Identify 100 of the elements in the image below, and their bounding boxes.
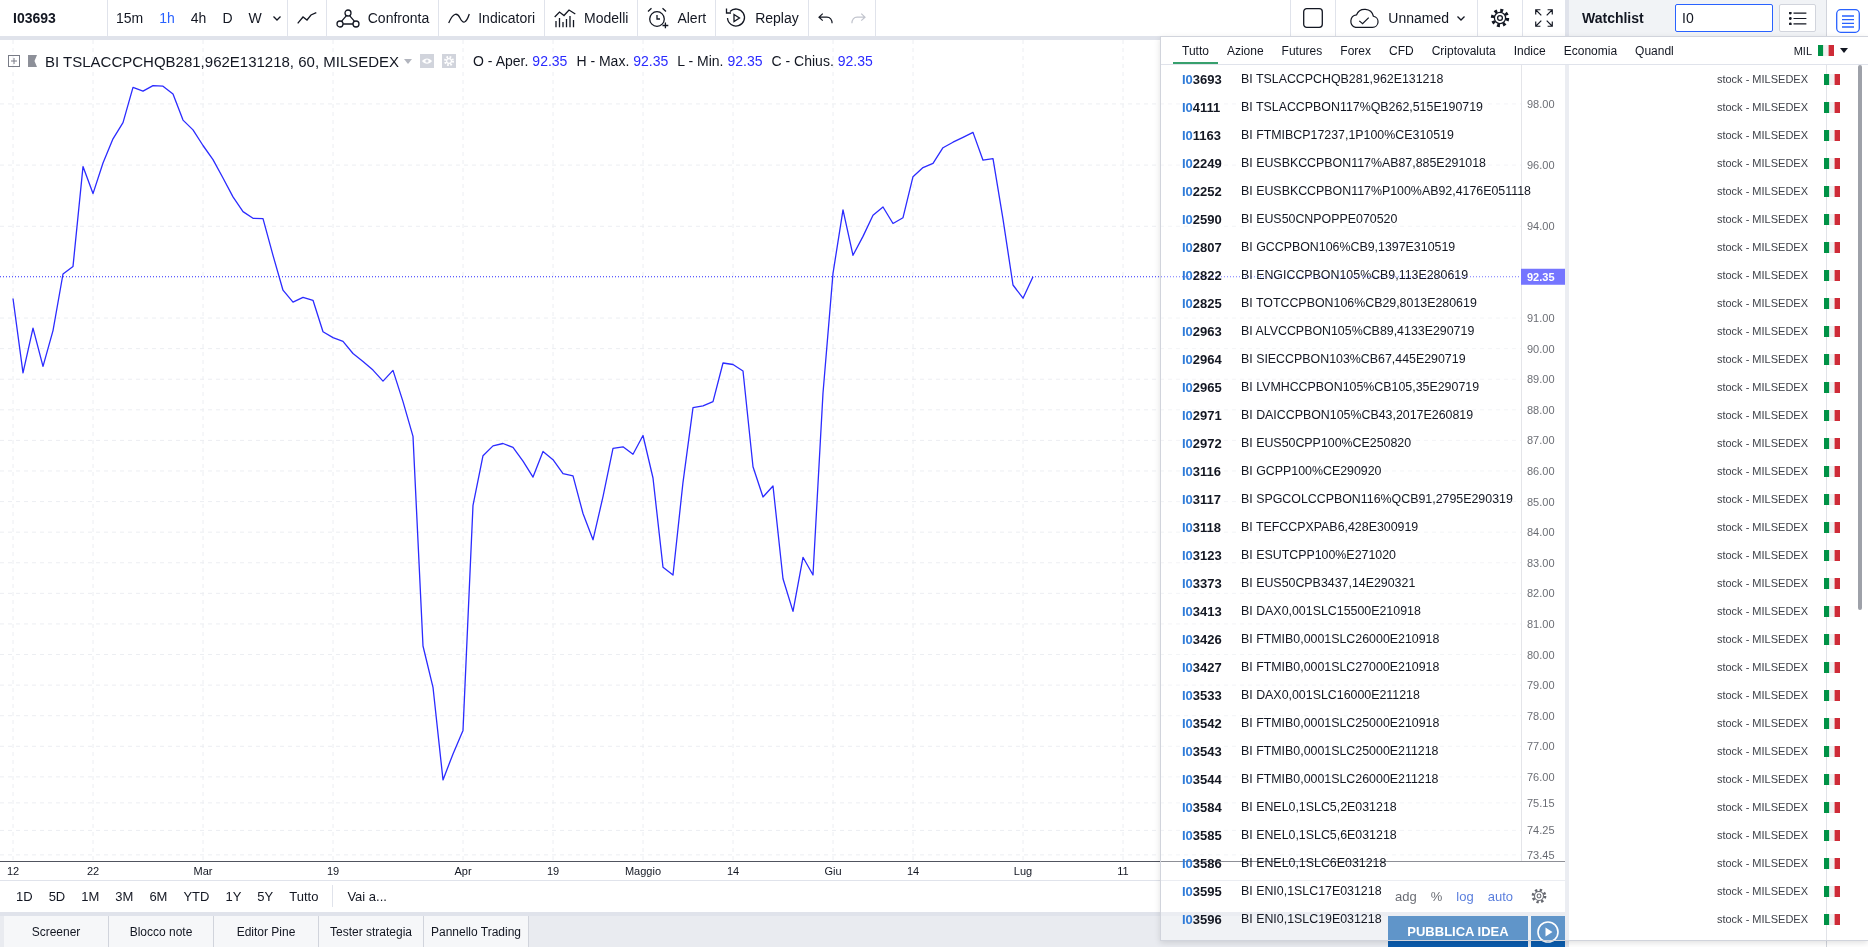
symbol-description[interactable]: BI ENI0,1SLC17E031218	[1241, 884, 1382, 898]
category-tab[interactable]: Indice	[1504, 37, 1555, 64]
range-button[interactable]: 1D	[8, 883, 41, 909]
symbol-description[interactable]: BI FTMIBCP17237,1P100%CE310519	[1241, 128, 1454, 142]
symbol-description[interactable]: BI GCCPBON106%CB9,1397E310519	[1241, 240, 1456, 254]
symbol-description[interactable]: BI EUS50CPP100%CE250820	[1241, 436, 1412, 450]
symbol-description[interactable]: BI FTMIB0,0001SLC26000E210918	[1241, 632, 1440, 646]
scrollbar-thumb[interactable]	[1858, 65, 1862, 610]
range-button[interactable]: 5Y	[249, 883, 282, 909]
category-tab[interactable]: Economia	[1554, 37, 1627, 64]
symbol-description[interactable]: BI TEFCCPXPAB6,428E300919	[1241, 520, 1419, 534]
symbol-code[interactable]: I02963	[1182, 323, 1241, 339]
symbol-description[interactable]: BI TOTCCPBON106%CB29,8013E280619	[1241, 296, 1477, 310]
symbol-description[interactable]: BI EUSBKCCPBON117%P100%AB92,4176E051118	[1241, 184, 1531, 198]
symbol-code[interactable]: I02590	[1182, 211, 1241, 227]
caret-icon[interactable]	[272, 15, 281, 21]
settings-icon[interactable]	[1531, 888, 1547, 904]
symbol-code[interactable]: I03373	[1182, 575, 1241, 591]
list-button[interactable]	[1779, 4, 1816, 32]
symbol-description[interactable]: BI FTMIB0,0001SLC25000E211218	[1241, 744, 1439, 758]
interval-button[interactable]: 4h	[182, 0, 215, 36]
symbol-code[interactable]: I03533	[1182, 687, 1241, 703]
replay-button[interactable]: Replay	[716, 0, 808, 36]
symbol-description[interactable]: BI DAX0,001SLC16000E211218	[1241, 688, 1420, 702]
range-button[interactable]: 1M	[73, 883, 108, 909]
symbol-code[interactable]: I02972	[1182, 435, 1241, 451]
templates-button[interactable]: Modelli	[545, 0, 638, 36]
symbol-code[interactable]: I02822	[1182, 267, 1241, 283]
alert-button[interactable]: Alert	[638, 0, 716, 36]
symbol-code[interactable]: I02964	[1182, 351, 1241, 367]
symbol-code[interactable]: I03584	[1182, 799, 1241, 815]
symbol-description[interactable]: BI ENGICCPBON105%CB9,113E280619	[1241, 268, 1469, 282]
range-button[interactable]: Tutto	[281, 883, 327, 909]
symbol-description[interactable]: BI EUSBKCCPBON117%AB87,885E291018	[1241, 156, 1486, 170]
symbol-code[interactable]: I03117	[1182, 491, 1241, 507]
symbol-code[interactable]: I02807	[1182, 239, 1241, 255]
indicators-button[interactable]: Indicatori	[439, 0, 545, 36]
search-field[interactable]: I0	[1675, 4, 1773, 32]
panel-tab[interactable]: Tester strategia	[319, 916, 424, 947]
symbol-description[interactable]: BI ESUTCPP100%E271020	[1241, 548, 1396, 562]
symbol-code[interactable]: I02825	[1182, 295, 1241, 311]
symbol-search-button[interactable]: I03693	[0, 0, 107, 36]
interval-button[interactable]: 15m	[108, 0, 152, 36]
scale-option[interactable]: auto	[1481, 883, 1519, 909]
play-button[interactable]	[1531, 916, 1565, 947]
category-tab[interactable]: Futures	[1272, 37, 1332, 64]
range-button[interactable]: 5D	[40, 883, 74, 909]
symbol-code[interactable]: I04111	[1182, 99, 1241, 115]
symbol-description[interactable]: BI ENEL0,1SLC6E031218	[1241, 856, 1387, 870]
go-to-button[interactable]: Vai a...	[339, 883, 395, 909]
symbol-code[interactable]: I03116	[1182, 463, 1241, 479]
symbol-description[interactable]: BI ALVCCPBON105%CB89,4133E290719	[1241, 324, 1475, 338]
symbol-description[interactable]: BI FTMIB0,0001SLC25000E210918	[1241, 716, 1440, 730]
range-button[interactable]: 1Y	[217, 883, 250, 909]
panel-tab[interactable]: Screener	[4, 916, 109, 947]
compare-button[interactable]: Confronta	[326, 0, 439, 36]
range-button[interactable]: YTD	[175, 883, 218, 909]
category-tab[interactable]: Criptovaluta	[1422, 37, 1505, 64]
symbol-code[interactable]: I03426	[1182, 631, 1241, 647]
symbol-code[interactable]: I03118	[1182, 519, 1241, 535]
symbol-description[interactable]: BI DAICCPBON105%CB43,2017E260819	[1241, 408, 1474, 422]
symbol-description[interactable]: BI ENEL0,1SLC5,2E031218	[1241, 800, 1397, 814]
symbol-description[interactable]: BI SIECCPBON103%CB67,445E290719	[1241, 352, 1466, 366]
symbol-code[interactable]: I03693	[1182, 71, 1241, 87]
symbol-code[interactable]: I03427	[1182, 659, 1241, 675]
symbol-code[interactable]: I03413	[1182, 603, 1241, 619]
symbol-description[interactable]: BI TSLACCPBON117%QB262,515E190719	[1241, 100, 1483, 114]
category-tab[interactable]: Quandl	[1626, 37, 1683, 64]
scale-option[interactable]: adg	[1389, 883, 1423, 909]
scale-option[interactable]: log	[1450, 883, 1480, 909]
layout-name-button[interactable]: Unnamed	[1336, 0, 1477, 36]
panel-tab[interactable]: Editor Pine	[214, 916, 319, 947]
symbol-code[interactable]: I03585	[1182, 827, 1241, 843]
symbol-description[interactable]: BI ENEL0,1SLC5,6E031218	[1241, 828, 1397, 842]
symbol-code[interactable]: I03595	[1182, 883, 1241, 899]
symbol-code[interactable]: I03543	[1182, 743, 1241, 759]
interval-button[interactable]: D	[214, 0, 241, 36]
symbol-code[interactable]: I02249	[1182, 155, 1241, 171]
symbol-code[interactable]: I03544	[1182, 771, 1241, 787]
symbol-description[interactable]: BI ENI0,1SLC19E031218	[1241, 912, 1382, 926]
symbol-code[interactable]: I02252	[1182, 183, 1241, 199]
exchange-selector[interactable]: MIL	[1793, 37, 1848, 64]
category-tab[interactable]: CFD	[1380, 37, 1423, 64]
symbol-description[interactable]: BI TSLACCPCHQB281,962E131218	[1241, 72, 1444, 86]
range-button[interactable]: 3M	[107, 883, 142, 909]
category-tab[interactable]: Forex	[1331, 37, 1380, 64]
symbol-code[interactable]: I03596	[1182, 911, 1241, 927]
symbol-description[interactable]: BI EUS50CPB3437,14E290321	[1241, 576, 1416, 590]
list-icon[interactable]	[1835, 9, 1860, 33]
panel-tab[interactable]: Blocco note	[109, 916, 214, 947]
symbol-description[interactable]: BI FTMIB0,0001SLC27000E210918	[1241, 660, 1440, 674]
symbol-description[interactable]: BI SPGCOLCCPBON116%QCB91,2795E290319	[1241, 492, 1513, 506]
chart-title[interactable]: BI TSLACCPCHQB281,962E131218, 60, MILSEDEX	[45, 52, 400, 70]
symbol-description[interactable]: BI FTMIB0,0001SLC26000E211218	[1241, 772, 1439, 786]
interval-button[interactable]: 1h	[151, 0, 183, 36]
symbol-code[interactable]: I02965	[1182, 379, 1241, 395]
interval-button[interactable]: W	[240, 0, 270, 36]
symbol-code[interactable]: I03542	[1182, 715, 1241, 731]
plus-square-icon[interactable]	[8, 55, 20, 67]
symbol-description[interactable]: BI GCPP100%CE290920	[1241, 464, 1382, 478]
